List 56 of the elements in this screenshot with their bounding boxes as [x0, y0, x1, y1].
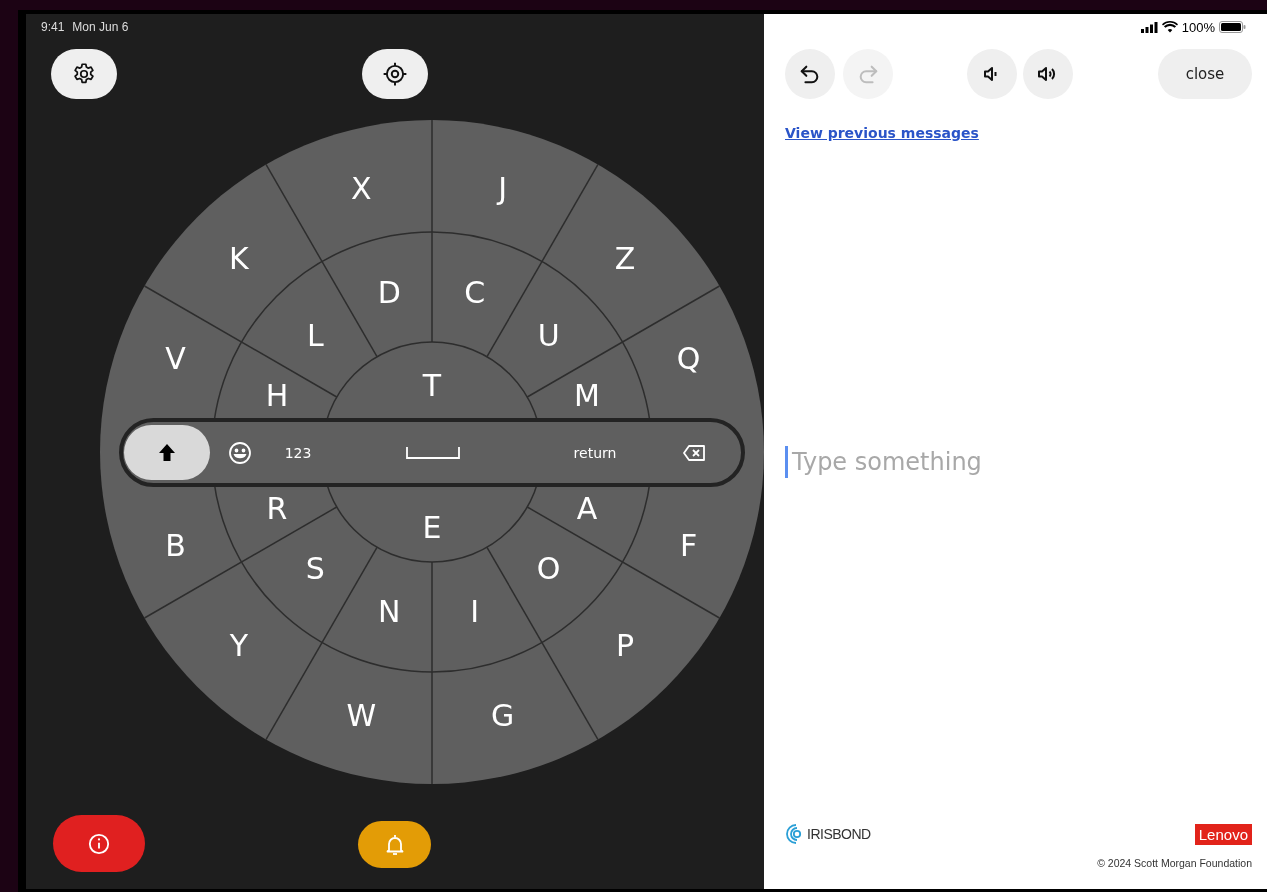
letter-key[interactable]: Y [229, 627, 249, 663]
info-icon [88, 832, 110, 855]
letter-key[interactable]: L [306, 317, 324, 353]
letter-key[interactable]: W [346, 698, 377, 734]
letter-key[interactable]: E [422, 509, 442, 545]
letter-key[interactable]: F [679, 527, 698, 563]
battery-icon [1219, 21, 1246, 33]
letter-key[interactable]: V [165, 341, 186, 377]
letter-key[interactable]: B [165, 527, 186, 563]
alert-button[interactable] [358, 821, 431, 868]
keyboard-key[interactable]: 123 [270, 432, 326, 473]
redo-icon [857, 63, 879, 85]
letter-key[interactable]: M [574, 378, 600, 414]
space-icon [406, 446, 460, 459]
settings-button[interactable] [51, 49, 117, 99]
letter-key[interactable]: C [464, 275, 486, 311]
letter-key[interactable]: A [576, 490, 598, 526]
letter-key[interactable]: X [351, 170, 372, 206]
letter-key[interactable]: R [266, 490, 288, 526]
letter-key[interactable]: J [498, 170, 508, 206]
letter-key[interactable]: P [616, 627, 635, 663]
recenter-button[interactable] [362, 49, 428, 99]
shift-key[interactable] [124, 425, 210, 480]
letter-key[interactable]: U [537, 317, 560, 353]
view-previous-messages-link[interactable]: View previous messages [785, 125, 979, 141]
volume-down-button[interactable] [967, 49, 1017, 99]
letter-key[interactable]: H [265, 378, 289, 414]
status-date: Mon Jun 6 [72, 20, 129, 34]
undo-icon [799, 63, 821, 85]
irisbond-logo: IRISBOND [785, 823, 871, 845]
letter-key[interactable]: N [378, 593, 401, 629]
letter-key[interactable]: I [470, 593, 480, 629]
close-button[interactable]: close [1158, 49, 1252, 99]
letter-key[interactable]: Q [676, 341, 701, 377]
smiley-icon [228, 440, 252, 465]
copyright-text: © 2024 Scott Morgan Foundation [1097, 857, 1252, 869]
target-icon [382, 61, 408, 87]
undo-button[interactable] [785, 49, 835, 99]
info-button[interactable] [53, 815, 145, 872]
battery-percent: 100% [1181, 19, 1215, 35]
letter-key[interactable]: Z [614, 241, 636, 277]
letter-key[interactable]: T [422, 367, 442, 403]
backspace-icon [683, 444, 705, 461]
signal-icon [1140, 21, 1158, 33]
volume-up-button[interactable] [1023, 49, 1073, 99]
letter-key[interactable]: G [491, 698, 515, 734]
letter-key[interactable]: K [229, 241, 249, 277]
letter-key[interactable]: S [305, 551, 325, 587]
keyboard-key[interactable]: return [540, 432, 650, 473]
wifi-icon [1161, 21, 1178, 33]
status-time: 9:41 [41, 20, 65, 34]
shift-arrow-icon [158, 442, 176, 463]
letter-key[interactable]: D [377, 275, 401, 311]
lenovo-logo: Lenovo [1194, 823, 1252, 845]
letter-key[interactable]: O [536, 551, 561, 587]
bell-icon [385, 833, 404, 856]
